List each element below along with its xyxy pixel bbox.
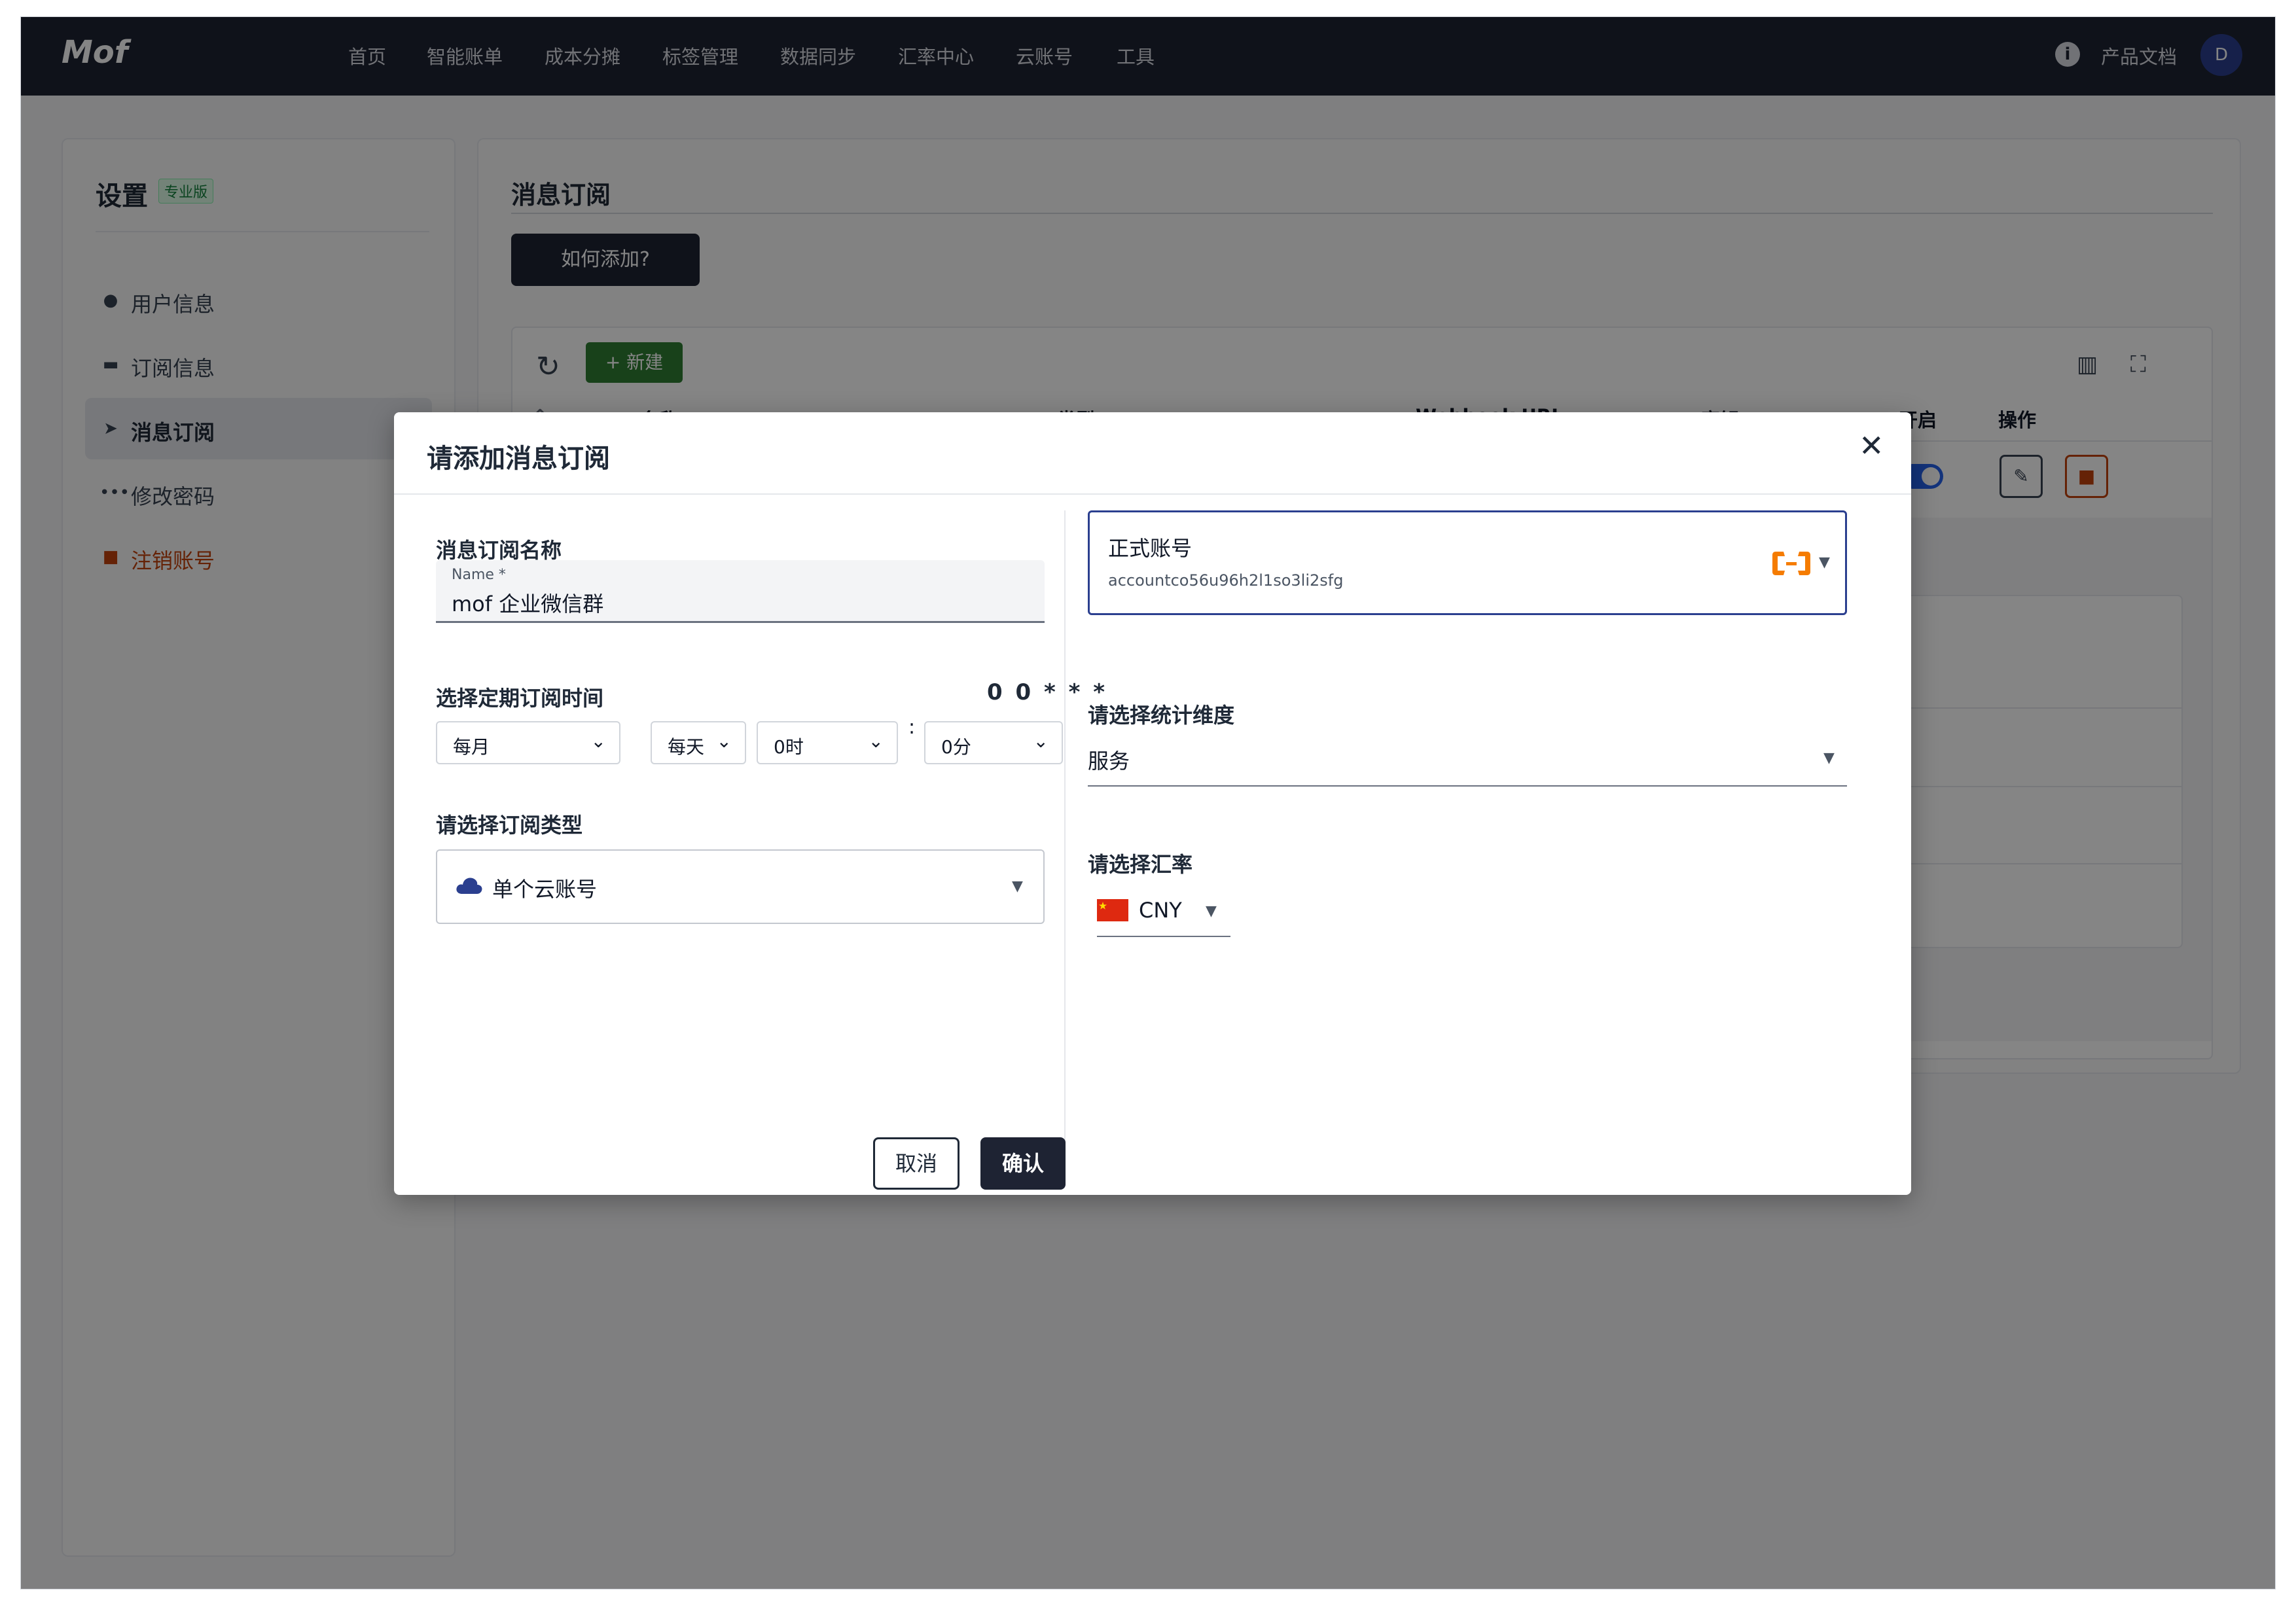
caret-down-icon: ▼ — [1206, 903, 1217, 919]
caret-down-icon: ▼ — [1819, 554, 1830, 571]
chevron-down-icon: ⌄ — [868, 730, 884, 752]
dimension-value: 服务 — [1088, 749, 1130, 773]
dimension-label: 请选择统计维度 — [1088, 703, 1235, 728]
subscription-name-field[interactable]: Name * mof 企业微信群 — [436, 560, 1045, 623]
cloud-account-select[interactable]: 正式账号 accountco56u96h2l1so3li2sfg ▼ — [1088, 510, 1847, 615]
name-field-label: Name * — [452, 567, 506, 583]
day-select-value: 每天 — [668, 736, 705, 758]
fx-value: CNY — [1139, 898, 1182, 923]
minute-select-value: 0分 — [941, 736, 971, 758]
fx-select[interactable]: CNY ▼ — [1097, 886, 1230, 937]
close-icon[interactable]: ✕ — [1859, 428, 1884, 463]
app-window: Mof 首页 智能账单 成本分摊 标签管理 数据同步 汇率中心 云账号 工具 i… — [20, 16, 2276, 1589]
subscription-type-select[interactable]: 单个云账号 ▼ — [436, 849, 1045, 924]
cancel-button[interactable]: 取消 — [873, 1137, 960, 1190]
account-name: 正式账号 — [1108, 536, 1193, 561]
name-field-value[interactable]: mof 企业微信群 — [452, 588, 603, 618]
aliyun-icon — [1772, 552, 1810, 575]
dialog-header-divider — [394, 493, 1911, 495]
time-separator: : — [908, 716, 916, 739]
account-id: accountco56u96h2l1so3li2sfg — [1108, 571, 1344, 590]
dialog-column-divider — [1064, 510, 1066, 1171]
caret-down-icon: ▼ — [1012, 878, 1023, 895]
minute-select[interactable]: 0分 ⌄ — [924, 721, 1063, 764]
chevron-down-icon: ⌄ — [1033, 730, 1049, 752]
hour-select-value: 0时 — [774, 736, 804, 758]
period-select-value: 每月 — [453, 736, 490, 758]
dialog-title: 请添加消息订阅 — [427, 444, 610, 474]
caret-down-icon: ▼ — [1823, 750, 1835, 766]
cloud-icon — [456, 878, 482, 894]
hour-select[interactable]: 0时 ⌄ — [757, 721, 898, 764]
schedule-label: 选择定期订阅时间 — [436, 686, 604, 711]
add-subscription-dialog: 请添加消息订阅 ✕ 消息订阅名称 Name * mof 企业微信群 选择定期订阅… — [394, 412, 1911, 1195]
subscription-type-value: 单个云账号 — [492, 877, 598, 902]
day-select[interactable]: 每天 ⌄ — [651, 721, 746, 764]
fx-label: 请选择汇率 — [1088, 852, 1193, 877]
period-select[interactable]: 每月 ⌄ — [436, 721, 620, 764]
dimension-select[interactable]: 服务 ▼ — [1088, 730, 1847, 787]
type-label: 请选择订阅类型 — [436, 813, 583, 838]
confirm-button[interactable]: 确认 — [980, 1137, 1066, 1190]
chevron-down-icon: ⌄ — [716, 730, 732, 752]
china-flag-icon — [1097, 899, 1128, 921]
chevron-down-icon: ⌄ — [590, 730, 606, 752]
